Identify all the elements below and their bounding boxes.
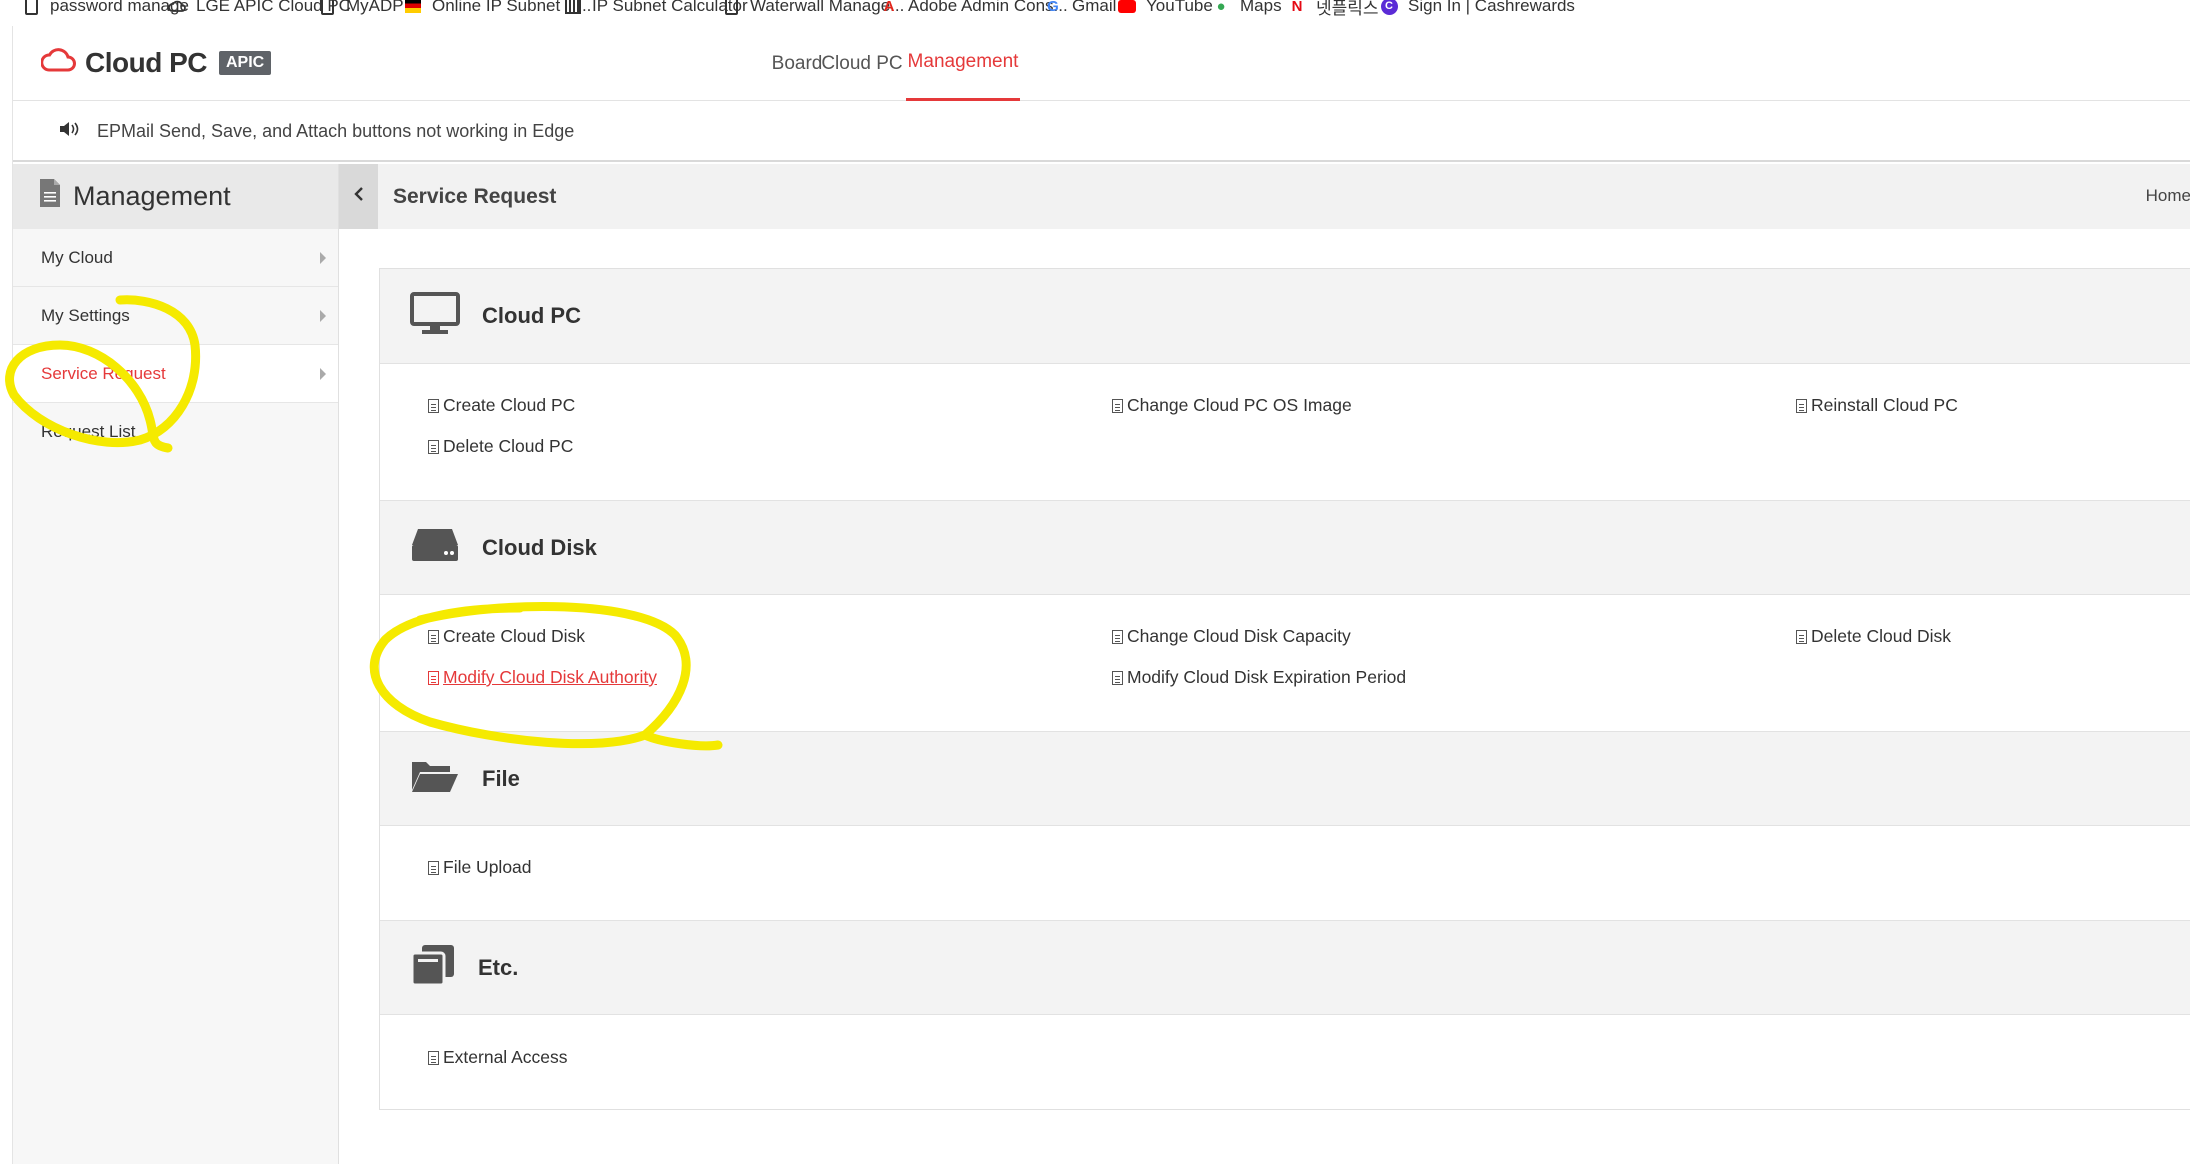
app-frame: Cloud PC APIC Board Cloud PC Management … <box>12 26 2190 1164</box>
service-request-panel: Cloud PC Create Cloud PC Change Cloud PC… <box>379 268 2190 1110</box>
section-title: Etc. <box>478 954 519 980</box>
cloud-logo-icon <box>40 46 77 79</box>
folder-open-icon <box>410 758 460 799</box>
sidebar-item-service-request[interactable]: Service Request <box>13 345 338 403</box>
bookmark-cashrewards[interactable]: C Sign In | Cashrewards <box>1380 0 1575 17</box>
logo-text: Cloud PC <box>85 46 208 78</box>
app-logo[interactable]: Cloud PC APIC <box>40 46 272 79</box>
sidebar-item-my-cloud[interactable]: My Cloud <box>13 229 338 287</box>
link-modify-cloud-disk-expiration-period[interactable]: Modify Cloud Disk Expiration Period <box>1112 667 1406 688</box>
section-cloud-disk: Cloud Disk <box>380 500 2190 595</box>
copy-icon <box>410 943 456 992</box>
page-icon <box>22 0 40 15</box>
link-change-cloud-disk-capacity[interactable]: Change Cloud Disk Capacity <box>1112 626 1351 647</box>
logo-badge: APIC <box>219 50 272 75</box>
section-title: Cloud PC <box>482 303 581 328</box>
bookmark-myadp[interactable]: MyADP <box>318 0 404 17</box>
sidebar: Management My Cloud My Settings Service … <box>13 164 339 1164</box>
file-icon <box>428 439 439 454</box>
tab-cloud-pc[interactable]: Cloud PC <box>821 26 903 101</box>
bookmark-adobe-admin[interactable]: A Adobe Admin Cons... <box>880 0 1068 17</box>
calculator-icon <box>564 0 582 15</box>
sidebar-collapse-button[interactable] <box>339 164 378 229</box>
sidebar-item-label: Request List <box>41 422 136 441</box>
cloud-icon <box>168 0 186 15</box>
bookmark-gmail[interactable]: G Gmail <box>1044 0 1116 17</box>
sidebar-item-label: Service Request <box>41 363 166 383</box>
maps-icon: ● <box>1216 0 1226 15</box>
section-title: Cloud Disk <box>482 534 597 560</box>
section-etc: Etc. <box>380 920 2190 1015</box>
google-icon: G <box>1047 0 1059 15</box>
sidebar-title: Management <box>73 181 231 211</box>
sidebar-item-request-list[interactable]: Request List <box>13 403 338 461</box>
file-icon <box>1112 398 1123 413</box>
chevron-left-icon <box>353 186 365 207</box>
bookmark-maps[interactable]: ● Maps <box>1212 0 1281 17</box>
link-create-cloud-pc[interactable]: Create Cloud PC <box>428 395 575 416</box>
breadcrumb-home[interactable]: Home <box>2146 186 2190 206</box>
link-external-access[interactable]: External Access <box>428 1047 568 1068</box>
cashrewards-icon: C <box>1380 0 1398 15</box>
sidebar-item-label: My Cloud <box>41 247 113 267</box>
notice-text: EPMail Send, Save, and Attach buttons no… <box>97 120 575 141</box>
bookmark-waterwall[interactable]: Waterwall Manage... <box>722 0 904 17</box>
file-icon <box>428 860 439 875</box>
file-icon <box>1796 629 1807 644</box>
app-header: Cloud PC APIC Board Cloud PC Management <box>13 26 2190 101</box>
file-icon <box>1112 670 1123 685</box>
caret-right-icon <box>320 310 326 322</box>
bookmarks-bar: password manage LGE APIC Cloud PC MyADP … <box>0 0 2190 18</box>
link-reinstall-cloud-pc[interactable]: Reinstall Cloud PC <box>1796 395 1958 416</box>
content-header: Service Request Home <box>378 164 2190 229</box>
link-delete-cloud-pc[interactable]: Delete Cloud PC <box>428 436 573 457</box>
notice-bar[interactable]: EPMail Send, Save, and Attach buttons no… <box>13 102 2190 162</box>
sidebar-item-my-settings[interactable]: My Settings <box>13 287 338 345</box>
bookmark-password-manage[interactable]: password manage <box>22 0 189 17</box>
document-icon <box>39 178 61 215</box>
monitor-icon <box>410 291 460 341</box>
page-icon <box>318 0 336 15</box>
file-icon <box>428 670 439 685</box>
adobe-icon: A <box>883 0 895 15</box>
page-icon <box>722 0 740 15</box>
file-icon <box>428 1050 439 1065</box>
sidebar-header: Management <box>13 164 338 229</box>
flag-icon <box>404 0 422 15</box>
hard-drive-icon <box>410 527 460 568</box>
link-file-upload[interactable]: File Upload <box>428 857 532 878</box>
page-title: Service Request <box>393 184 557 208</box>
netflix-icon: N <box>1291 0 1303 15</box>
section-cloud-pc: Cloud PC <box>380 269 2190 364</box>
tab-management[interactable]: Management <box>906 26 1020 101</box>
link-create-cloud-disk[interactable]: Create Cloud Disk <box>428 626 585 647</box>
link-change-cloud-pc-os-image[interactable]: Change Cloud PC OS Image <box>1112 395 1352 416</box>
file-icon <box>428 398 439 413</box>
section-title: File <box>482 765 520 791</box>
link-modify-cloud-disk-authority[interactable]: Modify Cloud Disk Authority <box>428 667 657 688</box>
file-icon <box>1112 629 1123 644</box>
bookmark-youtube[interactable]: YouTube <box>1118 0 1213 17</box>
file-icon <box>428 629 439 644</box>
bookmark-netflix[interactable]: N 넷플릭스 <box>1288 0 1379 18</box>
speaker-icon <box>59 121 81 142</box>
link-delete-cloud-disk[interactable]: Delete Cloud Disk <box>1796 626 1951 647</box>
bookmark-ip-subnet-calculator[interactable]: IP Subnet Calculator <box>564 0 748 17</box>
sidebar-item-label: My Settings <box>41 305 130 325</box>
youtube-icon <box>1118 0 1136 15</box>
file-icon <box>1796 398 1807 413</box>
caret-right-icon <box>320 252 326 264</box>
caret-right-icon <box>320 368 326 380</box>
section-file: File <box>380 731 2190 826</box>
